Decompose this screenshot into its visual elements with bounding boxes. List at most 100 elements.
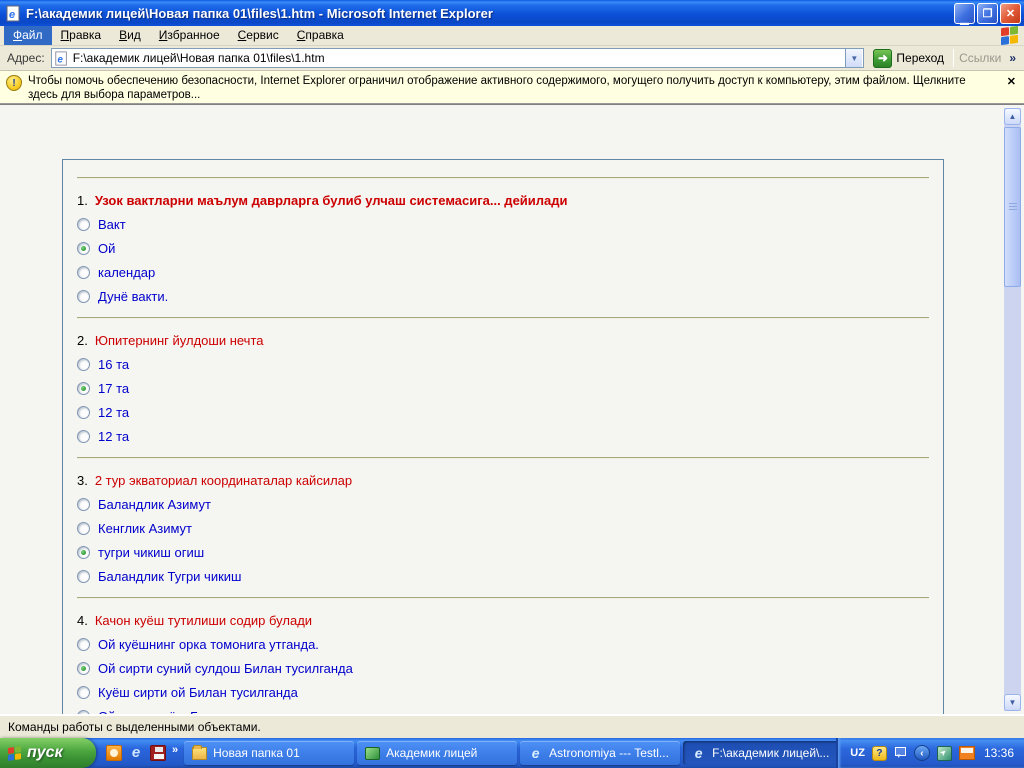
start-button[interactable]: пуск: [0, 738, 96, 768]
tray-help-icon[interactable]: ?: [871, 745, 887, 761]
option-label: Куёш сирти ой Билан тусилганда: [98, 684, 298, 700]
tray-status-icon[interactable]: [936, 745, 952, 761]
go-button[interactable]: ➜ Переход: [869, 48, 948, 69]
question-number: 4.: [77, 613, 88, 628]
quick-launch-floppy-icon[interactable]: [150, 745, 166, 761]
clock[interactable]: 13:36: [984, 746, 1014, 760]
taskbar-button-folder[interactable]: Новая папка 01: [184, 741, 355, 765]
answer-option[interactable]: Вакт: [77, 212, 929, 236]
go-label: Переход: [896, 51, 945, 65]
taskbar-button-astronomiya[interactable]: e Astronomiya --- Testl...: [520, 741, 681, 765]
vertical-scrollbar[interactable]: ▲ ▼: [1004, 108, 1021, 711]
radio-button[interactable]: [77, 381, 90, 395]
question-text: Юпитернинг йулдоши нечта: [94, 333, 264, 348]
task-button-area: Новая папка 01 Академик лицей e Astronom…: [184, 738, 844, 768]
radio-button[interactable]: [77, 429, 90, 443]
radio-button[interactable]: [77, 357, 90, 371]
option-label: тугри чикиш огиш: [98, 544, 205, 560]
menu-edit[interactable]: Правка: [52, 26, 111, 45]
option-label: Дунё вакти.: [98, 288, 169, 304]
close-button[interactable]: ✕: [1000, 2, 1021, 24]
answer-option[interactable]: Ой сирти куёш Билан тусилганда: [77, 704, 929, 714]
status-text: Команды работы с выделенными объектами.: [8, 719, 261, 734]
address-bar: Адрес: e F:\академик лицей\Новая папка 0…: [0, 46, 1024, 71]
answer-option[interactable]: 12 та: [77, 424, 929, 448]
browser-window: e F:\академик лицей\Новая папка 01\files…: [0, 0, 1024, 768]
question-title: 1. Узок вактларни маълум даврларга булиб …: [77, 192, 929, 209]
menu-help[interactable]: Справка: [288, 26, 353, 45]
question-separator: [77, 597, 929, 599]
option-label: 17 та: [98, 380, 130, 396]
ie-page-icon: e: [6, 5, 20, 21]
title-bar: e F:\академик лицей\Новая папка 01\files…: [0, 0, 1024, 26]
answer-option[interactable]: Ой: [77, 236, 929, 260]
links-label[interactable]: Ссылки: [959, 51, 1001, 65]
task-button-label: F:\академик лицей\...: [712, 746, 830, 760]
answer-option[interactable]: 12 та: [77, 400, 929, 424]
system-tray: UZ ? ‹ 13:36: [836, 738, 1024, 768]
answer-option[interactable]: Куёш сирти ой Билан тусилганда: [77, 680, 929, 704]
answer-option[interactable]: 16 та: [77, 352, 929, 376]
answer-option[interactable]: тугри чикиш огиш: [77, 540, 929, 564]
scroll-up-button[interactable]: ▲: [1004, 108, 1021, 125]
radio-button[interactable]: [77, 545, 90, 559]
question-number: 1.: [77, 193, 88, 208]
answer-option[interactable]: Ой сирти суний сулдош Билан тусилганда: [77, 656, 929, 680]
taskbar-button-current[interactable]: e F:\академик лицей\...: [683, 741, 844, 765]
option-label: календар: [98, 264, 156, 280]
answer-option[interactable]: календар: [77, 260, 929, 284]
window-title: F:\академик лицей\Новая папка 01\files\1…: [26, 5, 493, 21]
quick-launch-clock-icon[interactable]: [106, 745, 122, 761]
address-dropdown-button[interactable]: ▼: [845, 49, 863, 67]
ie-icon: e: [531, 744, 540, 761]
radio-button[interactable]: [77, 405, 90, 419]
radio-button[interactable]: [77, 637, 90, 651]
ie-icon: e: [694, 744, 703, 761]
taskbar-button-lyceum[interactable]: Академик лицей: [357, 741, 518, 765]
radio-button[interactable]: [77, 217, 90, 231]
radio-button[interactable]: [77, 521, 90, 535]
scrollbar-thumb[interactable]: [1004, 127, 1021, 287]
answer-option[interactable]: Баландлик Тугри чикиш: [77, 564, 929, 588]
quick-launch-ie-icon[interactable]: e: [128, 745, 144, 761]
scroll-down-button[interactable]: ▼: [1004, 694, 1021, 711]
restore-button[interactable]: ❐: [977, 2, 998, 24]
radio-button[interactable]: [77, 241, 90, 255]
radio-button[interactable]: [77, 265, 90, 279]
answer-option[interactable]: Баландлик Азимут: [77, 492, 929, 516]
security-info-bar[interactable]: ! Чтобы помочь обеспечению безопасности,…: [0, 71, 1024, 104]
address-input[interactable]: e F:\академик лицей\Новая папка 01\files…: [50, 48, 865, 68]
tray-app-icon[interactable]: [958, 746, 975, 760]
minimize-button[interactable]: ▁: [954, 2, 975, 24]
windows-flag-icon: [8, 745, 21, 761]
radio-button[interactable]: [77, 709, 90, 714]
menu-favorites[interactable]: Избранное: [150, 26, 229, 45]
question-separator: [77, 317, 929, 319]
radio-button[interactable]: [77, 661, 90, 675]
menu-tools[interactable]: Сервис: [229, 26, 288, 45]
option-label: 12 та: [98, 404, 130, 420]
task-button-label: Новая папка 01: [213, 746, 300, 760]
infobar-close-icon[interactable]: ✕: [1007, 75, 1016, 88]
question-title: 2. Юпитернинг йулдоши нечта: [77, 332, 929, 349]
quick-launch-chevron-icon[interactable]: »: [172, 744, 178, 756]
question-title: 4. Качон куёш тутилиши содир булади: [77, 612, 929, 629]
tray-chevron-icon[interactable]: ‹: [913, 745, 930, 761]
menu-view[interactable]: Вид: [110, 26, 150, 45]
links-chevron-icon[interactable]: »: [1009, 51, 1016, 65]
answer-option[interactable]: Дунё вакти.: [77, 284, 929, 308]
answer-option[interactable]: Ой куёшнинг орка томонига утганда.: [77, 632, 929, 656]
book-icon: [365, 746, 381, 760]
tray-display-icon[interactable]: [894, 746, 907, 760]
ie-page-icon: e: [55, 50, 67, 66]
radio-button[interactable]: [77, 569, 90, 583]
answer-option[interactable]: Кенглик Азимут: [77, 516, 929, 540]
radio-button[interactable]: [77, 685, 90, 699]
radio-button[interactable]: [77, 289, 90, 303]
language-indicator[interactable]: UZ: [850, 747, 865, 759]
windows-logo-icon: [1001, 25, 1018, 46]
menu-file[interactable]: Файл: [4, 26, 52, 45]
answer-option[interactable]: 17 та: [77, 376, 929, 400]
question-number: 3.: [77, 473, 88, 488]
radio-button[interactable]: [77, 497, 90, 511]
